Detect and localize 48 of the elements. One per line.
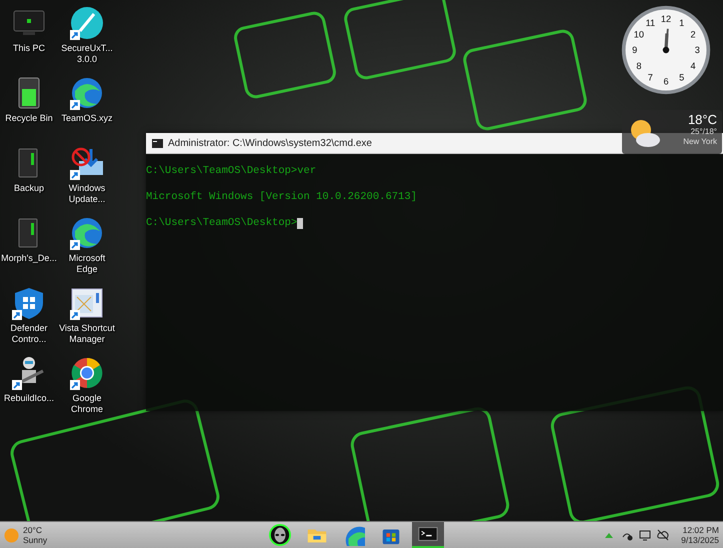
brush-icon[interactable]: [69, 5, 105, 41]
temperature-range-text: 25°/18°: [690, 127, 717, 137]
wave-logo-icon: [343, 524, 365, 546]
console-line: Microsoft Windows [Version 10.0.26200.6713]: [146, 190, 417, 204]
desktop-icon-label[interactable]: Defender Contro...: [0, 323, 58, 345]
clock-numeral: 9: [632, 45, 638, 56]
desktop-icon-label[interactable]: SecureUxT... 3.0.0: [58, 43, 116, 65]
window-title: Administrator: C:\Windows\system32\cmd.exe: [168, 138, 372, 148]
console-line: C:\Users\TeamOS\Desktop>ver: [146, 164, 316, 178]
desktop-icon-label[interactable]: Morph's_De...: [0, 253, 58, 264]
clock-numeral: 11: [646, 18, 656, 28]
clock-numeral: 3: [694, 45, 700, 56]
wave-logo-icon[interactable]: [69, 215, 105, 251]
clock-numeral: 2: [690, 30, 696, 40]
clock-numeral: 5: [679, 72, 684, 82]
cloud-off-icon[interactable]: [657, 529, 670, 541]
console-icon: [152, 138, 163, 148]
alien-head-icon: [269, 524, 291, 546]
console-line: C:\Users\TeamOS\Desktop>: [146, 216, 298, 230]
clock-numeral: 1: [679, 18, 684, 28]
weather-condition[interactable]: Sunny: [23, 535, 48, 545]
temperature-text: 18°C: [688, 112, 717, 127]
desktop-icon-label[interactable]: TeamOS.xyz: [58, 113, 116, 124]
clock-numeral: 8: [636, 60, 642, 71]
weather-temperature[interactable]: 20°C: [23, 525, 48, 535]
clock-hands: [662, 28, 670, 54]
clock-numeral: 10: [634, 30, 644, 40]
wave-logo-icon[interactable]: [69, 75, 105, 111]
desktop-icon-label[interactable]: Recycle Bin: [0, 113, 58, 124]
desktop-icon-label[interactable]: Windows Update...: [58, 183, 116, 205]
clock-numeral: 4: [690, 60, 696, 71]
desktop-icon-label[interactable]: This PC: [0, 43, 58, 54]
clock-numeral: 12: [660, 14, 672, 24]
blocked-download-icon[interactable]: [69, 145, 105, 181]
desktop-icon-label[interactable]: RebuildIco...: [0, 393, 58, 404]
clock-numeral: 6: [663, 76, 669, 86]
clock-date[interactable]: 9/13/2025: [681, 535, 719, 545]
circle-logo-icon[interactable]: [69, 355, 105, 391]
sun-cloud-icon: [628, 118, 662, 148]
clock-numeral: 7: [648, 72, 653, 82]
desktop-icon-label[interactable]: Microsoft Edge: [58, 253, 116, 275]
city-text: New York: [683, 137, 717, 147]
desktop-icon-label[interactable]: Vista Shortcut Manager: [58, 323, 116, 345]
desktop-icon-label[interactable]: Backup: [0, 183, 58, 194]
clock-time[interactable]: 12:02 PM: [682, 525, 719, 535]
taskbar-app-button[interactable]: [412, 522, 444, 548]
monitor-icon[interactable]: [639, 529, 652, 541]
desktop-icon-label[interactable]: Google Chrome: [58, 393, 116, 415]
